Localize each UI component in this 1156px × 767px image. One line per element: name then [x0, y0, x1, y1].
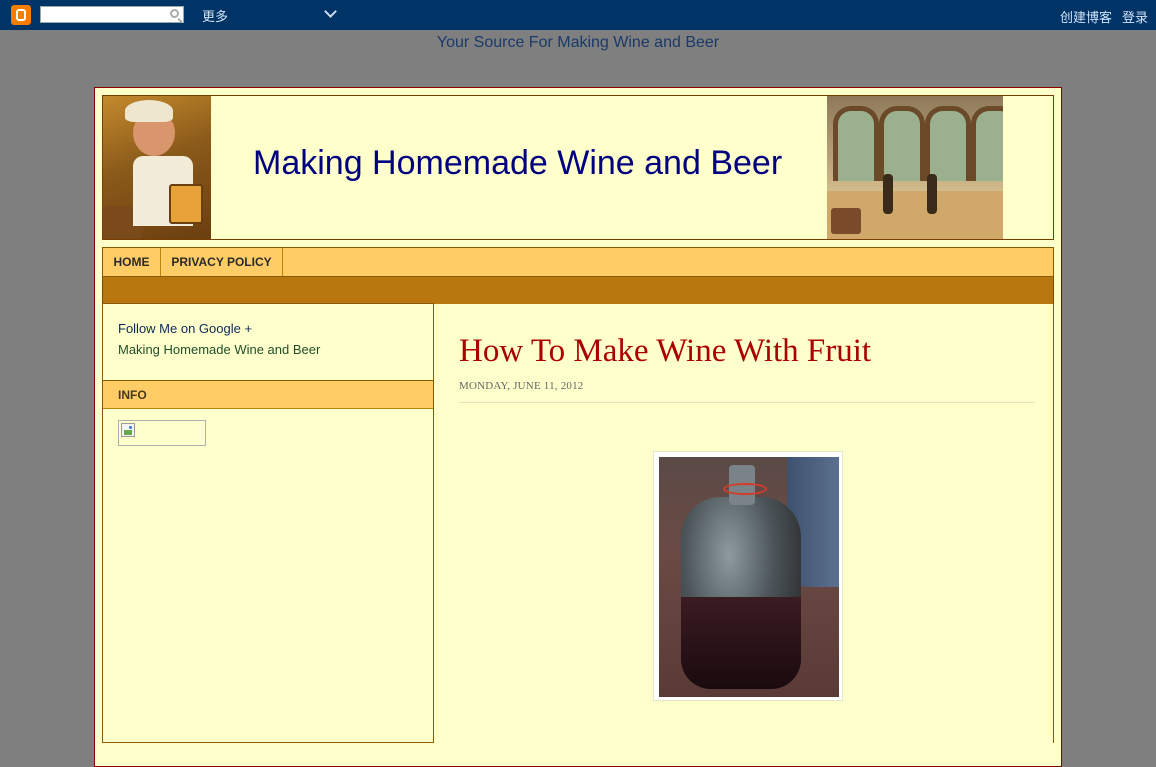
blog-tagline: Your Source For Making Wine and Beer — [436, 34, 720, 51]
blog-search-input[interactable] — [40, 6, 184, 23]
post-date: MONDAY, JUNE 11, 2012 — [459, 380, 584, 392]
blogger-logo-icon[interactable] — [11, 5, 31, 25]
info-heading: INFO — [103, 381, 433, 409]
post-divider — [459, 402, 1035, 403]
header-divider-band — [102, 277, 1054, 304]
blogger-navbar: 更多 创建博客 登录 — [0, 0, 1156, 30]
page-tabs: HOME PRIVACY POLICY — [102, 247, 1054, 277]
sidebar: Follow Me on Google + Making Homemade Wi… — [102, 303, 434, 743]
create-blog-link[interactable]: 创建博客 — [1060, 7, 1112, 26]
monk-with-beer-illustration — [103, 96, 211, 239]
blog-header: Making Homemade Wine and Beer — [102, 95, 1054, 240]
follow-blog-name[interactable]: Making Homemade Wine and Beer — [118, 342, 320, 357]
search-icon[interactable] — [170, 9, 179, 18]
info-heading-label: INFO — [118, 388, 147, 402]
tab-home[interactable]: HOME — [103, 248, 161, 276]
chevron-down-icon[interactable] — [324, 5, 337, 18]
tab-privacy-policy[interactable]: PRIVACY POLICY — [161, 248, 283, 276]
site-title[interactable]: Making Homemade Wine and Beer — [253, 144, 782, 183]
wine-jug-photo[interactable] — [659, 457, 839, 697]
follow-google-plus-link[interactable]: Follow Me on Google + — [118, 321, 252, 336]
brewery-painting-illustration — [827, 96, 1003, 239]
post-title[interactable]: How To Make Wine With Fruit — [459, 333, 871, 370]
more-menu-button[interactable]: 更多 — [202, 6, 228, 25]
main-content: How To Make Wine With Fruit MONDAY, JUNE… — [434, 303, 1054, 743]
post-image-frame[interactable] — [653, 451, 843, 701]
broken-image-icon[interactable] — [118, 420, 206, 446]
login-link[interactable]: 登录 — [1122, 7, 1148, 26]
